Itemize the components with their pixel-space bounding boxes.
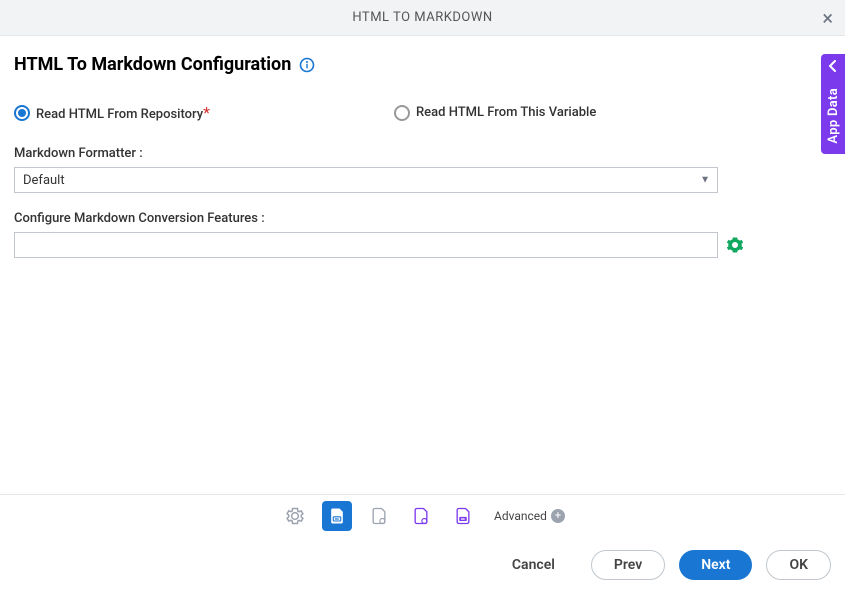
info-icon[interactable] <box>299 57 315 73</box>
toolbar-md-doc-button[interactable]: MD <box>448 501 478 531</box>
formatter-select[interactable] <box>14 167 718 193</box>
required-indicator: * <box>203 103 210 122</box>
page-title: HTML To Markdown Configuration <box>14 54 291 75</box>
configure-features-button[interactable] <box>726 236 744 254</box>
bottom-toolbar: MD MD Advanced + <box>0 494 845 536</box>
modal-title: HTML TO MARKDOWN <box>352 10 492 25</box>
features-label: Configure Markdown Conversion Features : <box>14 211 831 226</box>
toolbar-markdown-button[interactable]: MD <box>322 501 352 531</box>
radio-label: Read HTML From This Variable <box>416 105 596 120</box>
source-radio-group: Read HTML From Repository* Read HTML Fro… <box>14 103 831 122</box>
svg-text:MD: MD <box>335 517 340 521</box>
advanced-toggle[interactable]: Advanced + <box>494 509 565 523</box>
features-row <box>14 232 831 258</box>
gear-icon <box>285 506 305 526</box>
radio-label: Read HTML From Repository <box>36 107 203 122</box>
advanced-label: Advanced <box>494 509 547 523</box>
footer-buttons: Cancel Prev Next OK <box>0 536 845 594</box>
formatter-label: Markdown Formatter : <box>14 146 831 161</box>
radio-unselected-icon <box>394 105 410 121</box>
markdown-file-icon: MD <box>453 506 473 526</box>
modal-body: HTML To Markdown Configuration Read HTML… <box>0 36 845 294</box>
radio-read-from-variable[interactable]: Read HTML From This Variable <box>394 103 596 122</box>
radio-selected-icon <box>14 105 30 121</box>
ok-button[interactable]: OK <box>766 550 831 580</box>
document-gear-icon <box>369 506 389 526</box>
svg-text:MD: MD <box>461 517 465 521</box>
plus-icon: + <box>551 509 565 523</box>
formatter-select-wrap: ▼ <box>14 167 718 193</box>
formatter-field: Markdown Formatter : ▼ <box>14 146 831 193</box>
gear-icon <box>726 236 744 254</box>
document-cog-icon <box>411 506 431 526</box>
chevron-left-icon <box>821 54 845 76</box>
config-title-row: HTML To Markdown Configuration <box>14 54 831 75</box>
app-data-side-tab[interactable]: App Data <box>821 54 845 154</box>
toolbar-doc-config-button[interactable] <box>406 501 436 531</box>
markdown-document-icon: MD <box>327 506 347 526</box>
toolbar-doc-settings-button[interactable] <box>364 501 394 531</box>
features-input[interactable] <box>14 232 718 258</box>
radio-read-from-repository[interactable]: Read HTML From Repository* <box>14 103 394 122</box>
prev-button[interactable]: Prev <box>591 550 665 580</box>
close-icon: × <box>822 6 833 30</box>
modal-header: HTML TO MARKDOWN × <box>0 0 845 36</box>
close-button[interactable]: × <box>822 8 833 28</box>
features-field: Configure Markdown Conversion Features : <box>14 211 831 258</box>
cancel-button[interactable]: Cancel <box>490 550 577 580</box>
side-tab-label: App Data <box>822 76 845 154</box>
next-button[interactable]: Next <box>679 550 752 580</box>
toolbar-settings-button[interactable] <box>280 501 310 531</box>
